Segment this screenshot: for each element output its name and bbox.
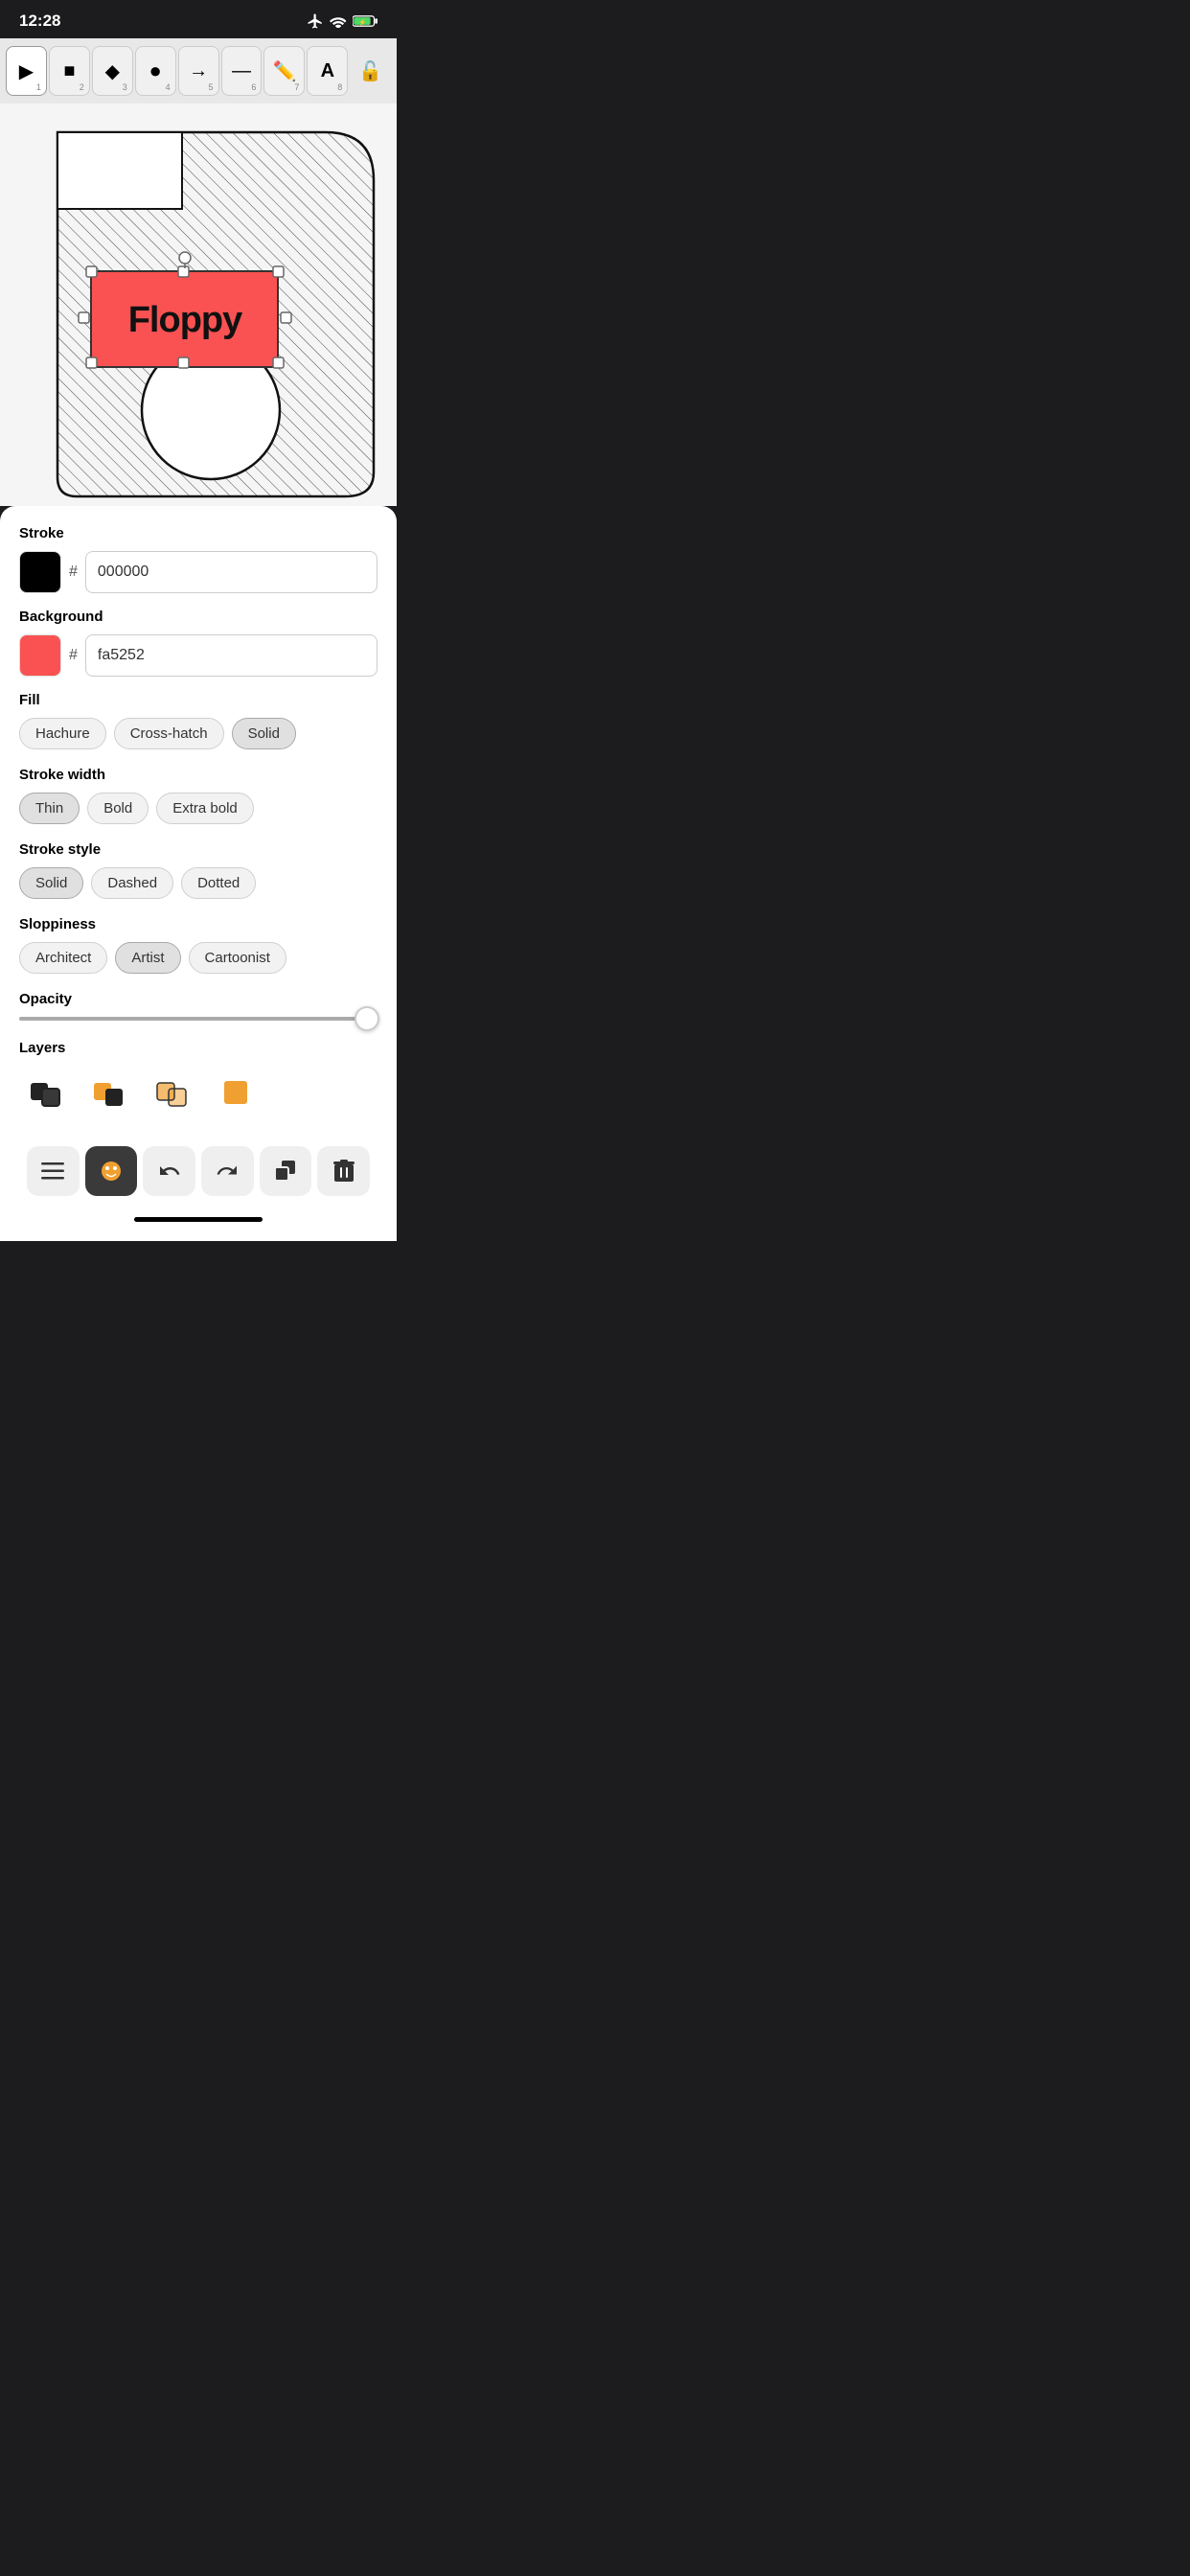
layer-icon-1[interactable] — [19, 1066, 73, 1119]
stroke-style-options: Solid Dashed Dotted — [19, 867, 378, 899]
bg-color-input[interactable] — [85, 634, 378, 677]
opacity-label: Opacity — [19, 991, 378, 1007]
redo-icon — [216, 1160, 239, 1183]
sloppiness-cartoonist[interactable]: Cartoonist — [189, 942, 286, 974]
stroke-dashed[interactable]: Dashed — [91, 867, 173, 899]
sloppiness-artist[interactable]: Artist — [115, 942, 180, 974]
svg-text:⚡: ⚡ — [358, 17, 367, 26]
tool-pencil[interactable]: ✏️ 7 — [263, 46, 305, 96]
toolbar: ▶ 1 ■ 2 ◆ 3 ● 4 → 5 — 6 ✏️ 7 A 8 🔓 — [0, 38, 397, 104]
fill-label: Fill — [19, 692, 378, 708]
fill-hachure[interactable]: Hachure — [19, 718, 106, 749]
tool-circle[interactable]: ● 4 — [135, 46, 176, 96]
tool-diamond[interactable]: ◆ 3 — [92, 46, 133, 96]
layer-icon-2[interactable] — [82, 1066, 136, 1119]
bg-hash: # — [69, 647, 78, 664]
undo-icon — [158, 1160, 181, 1183]
stroke-label: Stroke — [19, 525, 378, 541]
opacity-slider-container[interactable] — [19, 1017, 378, 1021]
tool-text[interactable]: A 8 — [307, 46, 348, 96]
opacity-track — [19, 1017, 378, 1021]
background-label: Background — [19, 609, 378, 625]
stroke-extra-bold[interactable]: Extra bold — [156, 793, 254, 824]
stroke-hash: # — [69, 564, 78, 581]
rect-icon: ■ — [63, 60, 75, 82]
wifi-icon — [330, 14, 347, 28]
redo-button[interactable] — [201, 1146, 254, 1196]
lock-icon: 🔓 — [358, 59, 382, 83]
layers-section: Layers — [19, 1040, 378, 1119]
layer-icon-3[interactable] — [146, 1066, 199, 1119]
svg-text:Floppy: Floppy — [128, 300, 242, 340]
layer-icons — [19, 1066, 378, 1119]
stroke-style-label: Stroke style — [19, 841, 378, 858]
bg-color-swatch[interactable] — [19, 634, 61, 677]
copy-icon — [275, 1161, 296, 1182]
bg-color-row: # — [19, 634, 378, 677]
tool-arrow[interactable]: → 5 — [178, 46, 219, 96]
bottom-toolbar — [19, 1135, 378, 1208]
battery-icon: ⚡ — [353, 14, 378, 28]
sloppiness-architect[interactable]: Architect — [19, 942, 107, 974]
fill-cross-hatch[interactable]: Cross-hatch — [114, 718, 224, 749]
stroke-color-input[interactable] — [85, 551, 378, 593]
style-button[interactable] — [85, 1146, 138, 1196]
undo-button[interactable] — [143, 1146, 195, 1196]
status-icons: ⚡ — [307, 12, 378, 30]
copy-button[interactable] — [260, 1146, 312, 1196]
airplane-icon — [307, 12, 324, 30]
tool-line[interactable]: — 6 — [221, 46, 263, 96]
line-icon: — — [232, 60, 251, 82]
stroke-width-options: Thin Bold Extra bold — [19, 793, 378, 824]
tool-rect[interactable]: ■ 2 — [49, 46, 90, 96]
pencil-icon: ✏️ — [272, 59, 296, 83]
canvas-area[interactable]: Floppy — [0, 104, 397, 506]
circle-icon: ● — [149, 58, 162, 83]
home-bar — [134, 1217, 263, 1222]
text-icon: A — [321, 60, 334, 82]
stroke-bold[interactable]: Bold — [87, 793, 149, 824]
tool-lock[interactable]: 🔓 — [350, 46, 391, 96]
fill-options: Hachure Cross-hatch Solid — [19, 718, 378, 749]
layer-icon-4[interactable] — [209, 1066, 263, 1119]
tool-select[interactable]: ▶ 1 — [6, 46, 47, 96]
stroke-dotted[interactable]: Dotted — [181, 867, 256, 899]
diamond-icon: ◆ — [105, 59, 120, 83]
stroke-color-swatch[interactable] — [19, 551, 61, 593]
delete-button[interactable] — [317, 1146, 370, 1196]
style-icon — [100, 1160, 123, 1183]
fill-solid[interactable]: Solid — [232, 718, 296, 749]
home-indicator — [0, 1208, 397, 1241]
opacity-thumb[interactable] — [355, 1006, 379, 1031]
menu-button[interactable] — [27, 1146, 80, 1196]
stroke-color-row: # — [19, 551, 378, 593]
arrow-icon: → — [189, 60, 208, 82]
select-icon: ▶ — [19, 59, 34, 83]
status-time: 12:28 — [19, 12, 60, 31]
stroke-solid[interactable]: Solid — [19, 867, 83, 899]
canvas-svg: Floppy — [0, 104, 397, 506]
delete-icon — [333, 1160, 355, 1183]
sloppiness-label: Sloppiness — [19, 916, 378, 932]
menu-icon — [41, 1162, 64, 1180]
properties-panel: Stroke # Background # Fill Hachure Cross… — [0, 506, 397, 1208]
stroke-width-label: Stroke width — [19, 767, 378, 783]
sloppiness-options: Architect Artist Cartoonist — [19, 942, 378, 974]
status-bar: 12:28 ⚡ — [0, 0, 397, 38]
stroke-thin[interactable]: Thin — [19, 793, 80, 824]
opacity-fill — [19, 1017, 359, 1021]
layers-label: Layers — [19, 1040, 378, 1056]
